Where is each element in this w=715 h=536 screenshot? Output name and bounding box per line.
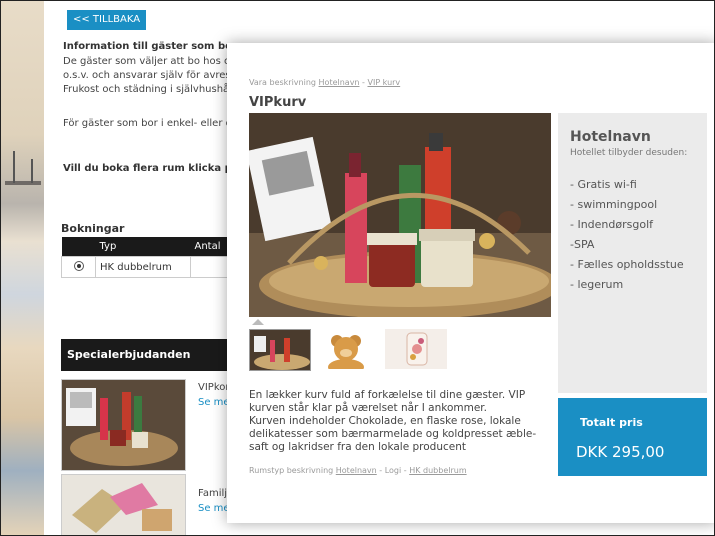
offer-image-vip[interactable]: [61, 379, 186, 471]
amenity-item: - swimmingpool: [570, 198, 658, 211]
description-paragraph: En lækker kurv fuld af forkælelse til di…: [249, 389, 526, 414]
bookings-table: Typ Antal HK dubbelrum: [61, 237, 232, 278]
breadcrumb: Vara beskrivning Hotelnavn - VIP kurv: [249, 78, 400, 87]
room-type-cell: HK dubbelrum: [95, 256, 191, 278]
pole-shape: [31, 159, 33, 183]
description-paragraph: Kurven indeholder Chokolade, en flaske r…: [249, 415, 537, 453]
offer-title: VIPkor: [198, 382, 230, 393]
info-heading: Information till gäster som bor: [63, 41, 237, 52]
room-count-cell: [189, 256, 232, 278]
table-header-type: Typ: [95, 237, 191, 257]
room-type-hotel-link[interactable]: Hotelnavn: [336, 466, 377, 475]
breadcrumb-product-link[interactable]: VIP kurv: [367, 78, 400, 87]
breadcrumb-separator: -: [362, 78, 365, 87]
room-type-link[interactable]: HK dubbelrum: [409, 466, 466, 475]
amenity-item: - Fælles opholdsstue: [570, 258, 684, 271]
room-type-mid: - Logi -: [379, 466, 407, 475]
thumbnail-basket[interactable]: [249, 329, 311, 371]
room-type-prefix: Rumstyp beskrivning: [249, 466, 334, 475]
amenity-item: -SPA: [570, 238, 595, 251]
pier-shape: [5, 181, 41, 185]
total-price-label: Totalt pris: [580, 416, 643, 429]
table-row: HK dubbelrum: [61, 256, 232, 278]
offer-link[interactable]: Se me: [198, 503, 230, 514]
breadcrumb-hotel-link[interactable]: Hotelnavn: [319, 78, 360, 87]
offer-image-family[interactable]: [61, 474, 186, 535]
table-header-count: Antal: [190, 237, 231, 257]
thumbnail-scroll-icon[interactable]: [252, 319, 264, 325]
background-photo: [1, 1, 44, 535]
thumbnail-teddy[interactable]: [315, 329, 377, 369]
amenity-item: - Gratis wi-fi: [570, 178, 637, 191]
bookings-heading: Bokningar: [61, 222, 125, 235]
hotel-info-panel: Hotelnavn Hotellet tilbyder desuden: - G…: [558, 113, 707, 393]
offer-link[interactable]: Se me: [198, 397, 230, 408]
product-description: En lækker kurv fuld af forkælelse til di…: [249, 389, 549, 454]
pole-shape: [13, 151, 15, 183]
product-title: VIPkurv: [249, 95, 307, 110]
back-button[interactable]: << TILLBAKA: [67, 10, 147, 30]
info-line: För gäster som bor i enkel- eller d: [63, 118, 232, 129]
multi-rooms-text: Vill du boka flera rum klicka på: [63, 163, 239, 174]
hotel-name: Hotelnavn: [570, 129, 651, 145]
info-line: Frukost och städning i självhushåll: [63, 84, 235, 95]
table-header-select: [61, 237, 96, 257]
amenity-item: - Indendørsgolf: [570, 218, 654, 231]
amenity-item: - legerum: [570, 278, 624, 291]
hotel-subtitle: Hotellet tilbyder desuden:: [570, 148, 688, 158]
thumbnail-candy[interactable]: [385, 329, 447, 369]
total-price-box: Totalt pris DKK 295,00: [558, 398, 707, 476]
amenities-list: - Gratis wi-fi - swimmingpool - Indendør…: [570, 175, 684, 295]
product-main-image: [249, 113, 551, 317]
room-type-breadcrumb: Rumstyp beskrivning Hotelnavn - Logi - H…: [249, 466, 467, 475]
breadcrumb-prefix: Vara beskrivning: [249, 78, 316, 87]
product-modal: Vara beskrivning Hotelnavn - VIP kurv VI…: [227, 43, 714, 523]
offer-title: Familj: [198, 488, 228, 499]
total-price-value: DKK 295,00: [576, 443, 665, 461]
window: << TILLBAKA Information till gäster som …: [0, 0, 715, 536]
info-line: De gäster som väljer att bo hos os: [63, 56, 236, 67]
special-offers-heading: Specialerbjudanden: [61, 339, 231, 371]
info-line: o.s.v. och ansvarar själv för avrese: [63, 70, 237, 81]
room-radio[interactable]: [73, 260, 84, 271]
